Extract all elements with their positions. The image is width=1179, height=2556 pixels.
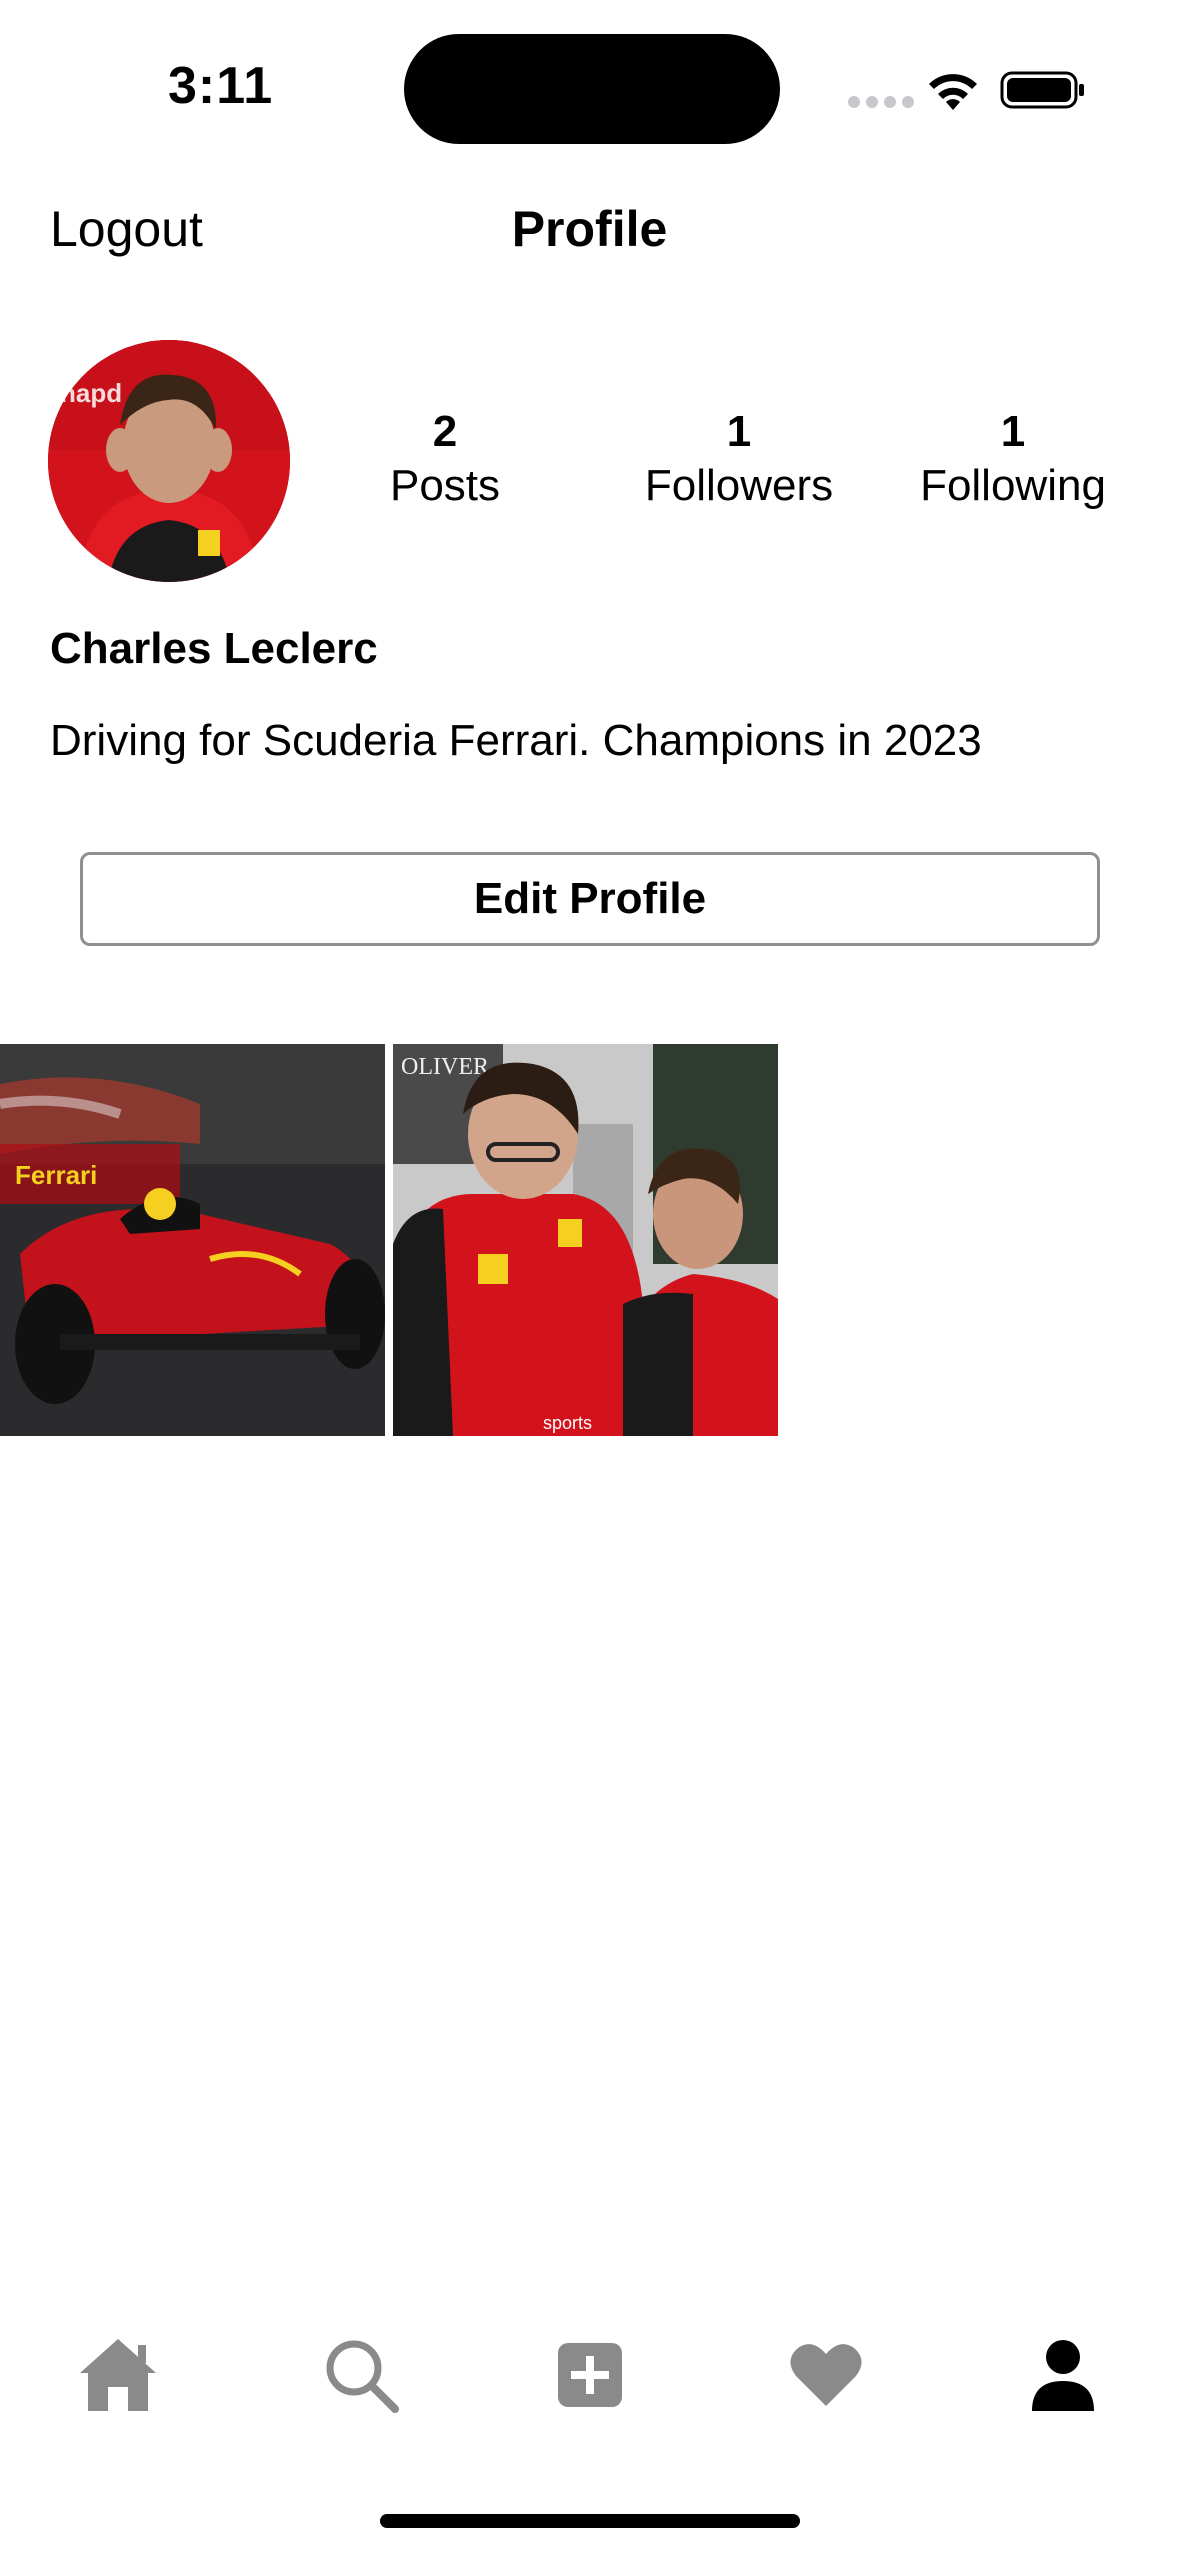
home-icon <box>80 2339 156 2411</box>
home-indicator <box>380 2514 800 2528</box>
posts-count-label: Posts <box>389 461 501 510</box>
profile-name: Charles Leclerc <box>50 624 378 673</box>
status-time: 3:11 <box>168 57 274 115</box>
following-count-value: 1 <box>1000 407 1026 456</box>
posts-count-value: 2 <box>432 407 458 456</box>
battery-icon <box>1000 71 1084 109</box>
profile-bio: Driving for Scuderia Ferrari. Champions … <box>50 716 982 765</box>
avatar-photo: hapd <box>48 340 290 582</box>
status-bar: 3:11 <box>0 0 1179 170</box>
followers-count[interactable]: 1 Followers <box>609 404 869 512</box>
tab-bar <box>0 2310 1179 2430</box>
avatar[interactable]: hapd <box>48 340 290 582</box>
followers-count-value: 1 <box>726 407 752 456</box>
posts-count[interactable]: 2 Posts <box>315 404 575 512</box>
tab-home[interactable] <box>73 2330 163 2420</box>
profile-icon <box>1032 2340 1094 2411</box>
search-icon <box>326 2340 399 2413</box>
following-count-label: Following <box>920 461 1106 510</box>
svg-text:hapd: hapd <box>60 378 122 408</box>
tab-profile[interactable] <box>1018 2330 1108 2420</box>
nav-bar: Logout Profile <box>0 180 1179 280</box>
tab-add-post[interactable] <box>545 2330 635 2420</box>
svg-text:sports: sports <box>543 1413 592 1433</box>
post-image-car: Ferrari <box>0 1044 385 1436</box>
post-image-team: OLIVER sports <box>393 1044 778 1436</box>
add-post-icon <box>558 2343 622 2407</box>
heart-icon <box>790 2344 862 2406</box>
svg-text:Ferrari: Ferrari <box>15 1160 97 1190</box>
cellular-signal-icon <box>848 96 914 108</box>
followers-count-label: Followers <box>644 461 834 510</box>
tab-activity[interactable] <box>781 2330 871 2420</box>
following-count[interactable]: 1 Following <box>883 404 1143 512</box>
post-thumbnail[interactable]: OLIVER sports <box>393 1044 778 1436</box>
tab-search[interactable] <box>316 2330 406 2420</box>
dynamic-island <box>404 34 780 144</box>
wifi-icon <box>929 74 977 110</box>
svg-text:OLIVER: OLIVER <box>401 1054 489 1080</box>
page-title: Profile <box>511 201 668 257</box>
posts-grid: Ferrari OLIVER sports <box>0 1044 1179 1436</box>
post-thumbnail[interactable]: Ferrari <box>0 1044 385 1436</box>
edit-profile-button[interactable]: Edit Profile <box>80 852 1100 946</box>
